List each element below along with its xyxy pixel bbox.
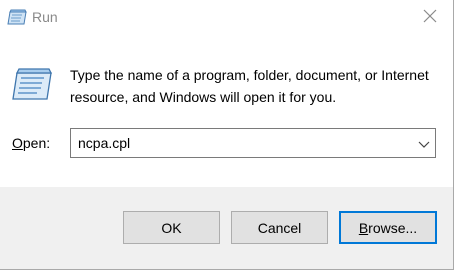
description-text: Type the name of a program, folder, docu… bbox=[70, 67, 429, 105]
chevron-down-icon[interactable] bbox=[418, 137, 430, 149]
open-combobox[interactable] bbox=[70, 128, 436, 158]
run-icon bbox=[11, 67, 53, 101]
browse-label-rest: rowse... bbox=[368, 219, 418, 236]
close-icon bbox=[423, 9, 437, 28]
browse-mnemonic: B bbox=[358, 219, 369, 236]
run-dialog: Run Type the name of a program, folder, … bbox=[0, 0, 454, 270]
cancel-button[interactable]: Cancel bbox=[231, 211, 328, 244]
open-input[interactable] bbox=[71, 130, 408, 156]
title-bar[interactable]: Run bbox=[0, 0, 453, 36]
open-label: Open: bbox=[12, 135, 51, 151]
browse-button[interactable]: Browse... bbox=[339, 211, 437, 244]
open-label-mnemonic: O bbox=[12, 135, 23, 151]
close-button[interactable] bbox=[407, 0, 453, 36]
run-icon bbox=[7, 9, 27, 25]
ok-button[interactable]: OK bbox=[123, 211, 220, 244]
window-title: Run bbox=[32, 9, 58, 25]
